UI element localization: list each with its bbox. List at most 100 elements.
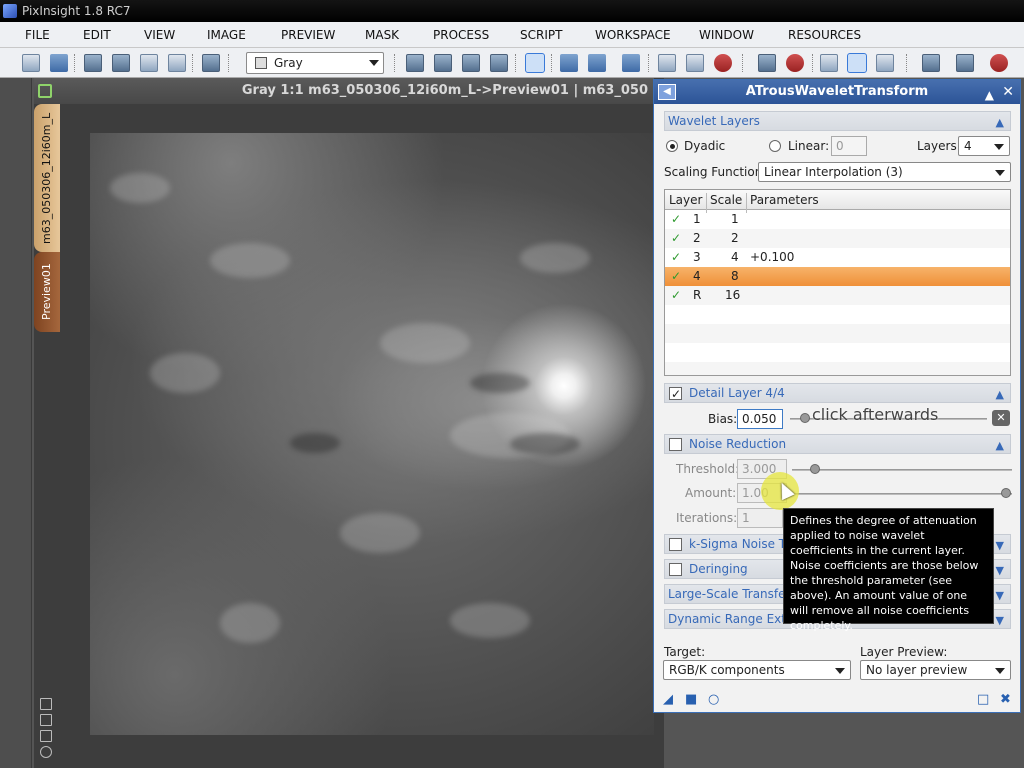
scaling-function-combo[interactable]: Linear Interpolation (3) [758, 162, 1011, 182]
new-image-icon[interactable] [112, 54, 130, 72]
image-window-titlebar[interactable]: Gray 1:1 m63_050306_12i60m_L->Preview01 … [34, 78, 654, 104]
col-parameters[interactable]: Parameters [750, 193, 819, 207]
menu-window[interactable]: WINDOW [699, 28, 754, 42]
collapse-section-icon[interactable]: ▲ [996, 113, 1004, 132]
zoom-icon[interactable] [40, 730, 52, 742]
section-wavelet-layers[interactable]: Wavelet Layers ▲ [664, 111, 1011, 131]
linear-spinbox[interactable]: 0 [831, 136, 867, 156]
noise-reduction-checkbox[interactable] [669, 438, 682, 451]
dialog-titlebar[interactable]: ◀ ATrousWaveletTransform ▲ ✕ [654, 80, 1020, 104]
detail-layer-checkbox[interactable] [669, 385, 682, 404]
edit-preview-icon[interactable] [434, 54, 452, 72]
table-row[interactable]: ✓ 3 4 +0.100 [665, 248, 1010, 267]
amount-slider-handle[interactable] [1001, 488, 1011, 498]
maximize-icon[interactable] [40, 746, 52, 758]
bias-input[interactable]: 0.050 [737, 409, 783, 429]
readout-icon[interactable] [560, 54, 578, 72]
stf-icon[interactable] [820, 54, 838, 72]
collapse-icon[interactable]: ◀ [658, 84, 676, 100]
view-selector[interactable]: Gray [246, 52, 384, 74]
table-row[interactable]: ✓ R 16 [665, 286, 1010, 305]
add-preview-icon[interactable] [462, 54, 480, 72]
app-titlebar: PixInsight 1.8 RC7 [0, 0, 1024, 22]
ksigma-checkbox[interactable] [669, 538, 682, 551]
menu-view[interactable]: VIEW [144, 28, 175, 42]
redo-icon[interactable] [50, 54, 68, 72]
image-tab-preview[interactable]: Preview01 [34, 252, 60, 332]
delete-preview-icon[interactable] [490, 54, 508, 72]
col-scale[interactable]: Scale [710, 193, 742, 207]
histogram-icon[interactable] [876, 54, 894, 72]
abort-process-icon[interactable] [786, 54, 804, 72]
process-console-icon[interactable] [758, 54, 776, 72]
section-detail-layer[interactable]: Detail Layer 4/4 ▲ [664, 383, 1011, 404]
shrink-icon[interactable] [40, 698, 52, 710]
show-mask-icon[interactable] [686, 54, 704, 72]
monitor-icon[interactable] [922, 54, 940, 72]
threshold-slider-handle[interactable] [810, 464, 820, 474]
mask-icon[interactable] [658, 54, 676, 72]
expand-section-icon[interactable]: ▼ [996, 586, 1004, 605]
dyadic-radio[interactable] [666, 140, 678, 152]
galaxy-image[interactable] [90, 133, 654, 735]
expand-section-icon[interactable]: ▼ [996, 611, 1004, 630]
table-row[interactable]: ✓ 2 2 [665, 229, 1010, 248]
menu-workspace[interactable]: WORKSPACE [595, 28, 671, 42]
section-noise-reduction[interactable]: Noise Reduction ▲ [664, 434, 1011, 454]
deringing-checkbox[interactable] [669, 563, 682, 576]
layer-preview-combo[interactable]: No layer preview [860, 660, 1011, 680]
iterations-label: Iterations: [676, 511, 738, 525]
new-workspace-icon[interactable] [202, 54, 220, 72]
target-combo[interactable]: RGB/K components [663, 660, 851, 680]
threshold-label: Threshold: [676, 462, 740, 476]
collapse-section-icon[interactable]: ▲ [996, 385, 1004, 404]
collapse-section-icon[interactable]: ▲ [996, 436, 1004, 455]
bias-label: Bias: [708, 412, 738, 426]
threshold-slider[interactable] [792, 469, 1012, 471]
menu-file[interactable]: FILE [25, 28, 50, 42]
image-tab-main[interactable]: m63_050306_12i60m_L [34, 104, 60, 252]
check-icon: ✓ [671, 231, 682, 245]
fit-view-icon[interactable] [40, 714, 52, 726]
col-layer[interactable]: Layer [669, 193, 702, 207]
menu-preview[interactable]: PREVIEW [281, 28, 335, 42]
menu-script[interactable]: SCRIPT [520, 28, 562, 42]
expand-section-icon[interactable]: ▼ [996, 561, 1004, 580]
main-toolbar [0, 48, 1024, 78]
image-properties-icon[interactable] [84, 54, 102, 72]
menu-mask[interactable]: MASK [365, 28, 399, 42]
new-preview-icon[interactable] [406, 54, 424, 72]
close-icon[interactable]: ✕ [1002, 80, 1014, 104]
reset-bias-icon[interactable]: ✕ [992, 410, 1010, 426]
duplicate-image-icon[interactable] [140, 54, 158, 72]
rotate-icon[interactable] [622, 54, 640, 72]
menu-process[interactable]: PROCESS [433, 28, 489, 42]
browse-documentation-icon[interactable]: □ [977, 692, 989, 707]
bias-slider-handle[interactable] [800, 413, 810, 423]
tile-windows-icon[interactable] [956, 54, 974, 72]
pan-icon[interactable] [588, 54, 606, 72]
menu-image[interactable]: IMAGE [207, 28, 246, 42]
expand-section-icon[interactable]: ▼ [996, 536, 1004, 555]
amount-slider[interactable] [792, 493, 1012, 495]
screen-transfer-icon[interactable] [847, 53, 867, 73]
reset-icon[interactable]: ✖ [1000, 692, 1011, 707]
remove-mask-icon[interactable] [714, 54, 732, 72]
table-row-selected[interactable]: ✓ 4 8 [665, 267, 1010, 286]
linear-radio[interactable] [769, 140, 781, 152]
close-image-icon[interactable] [168, 54, 186, 72]
close-all-icon[interactable] [990, 54, 1008, 72]
wavelet-layers-table[interactable]: Layer Scale Parameters ✓ 1 1 ✓ 2 2 ✓ 3 4… [664, 189, 1011, 376]
layers-combo[interactable]: 4 [958, 136, 1010, 156]
menu-resources[interactable]: RESOURCES [788, 28, 861, 42]
new-instance-icon[interactable]: ◢ [663, 692, 673, 707]
apply-icon[interactable]: ■ [685, 692, 697, 707]
menu-edit[interactable]: EDIT [83, 28, 111, 42]
shade-icon[interactable]: ▲ [985, 83, 994, 107]
iterations-spinbox[interactable]: 1 [737, 508, 783, 528]
zoom-tool-icon[interactable] [525, 53, 545, 73]
undo-icon[interactable] [22, 54, 40, 72]
layer-preview-value: No layer preview [866, 663, 968, 677]
table-row[interactable]: ✓ 1 1 [665, 210, 1010, 229]
apply-global-icon[interactable]: ○ [708, 692, 719, 707]
